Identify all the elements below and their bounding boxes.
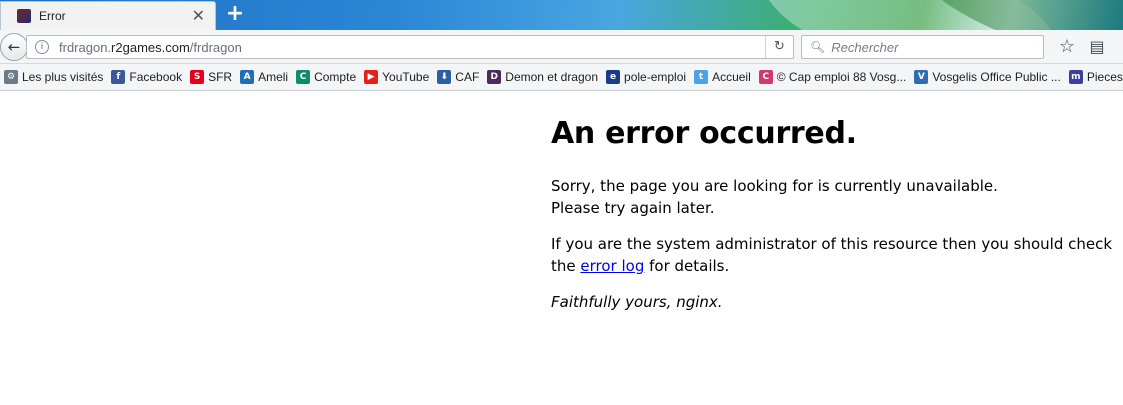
- bookmark-label: Les plus visités: [22, 70, 104, 84]
- admin-text-end: for details.: [644, 257, 730, 275]
- facebook-icon: f: [111, 70, 126, 84]
- retry-line: Please try again later.: [551, 199, 715, 217]
- unavailable-line: Sorry, the page you are looking for is c…: [551, 177, 998, 195]
- bookmark-item[interactable]: A Ameli: [236, 66, 292, 88]
- search-icon: 🔍︎: [810, 40, 826, 54]
- close-tab-icon[interactable]: ✕: [192, 7, 205, 25]
- bookmark-item[interactable]: f Facebook: [107, 66, 186, 88]
- cap-emploi-icon: C: [758, 70, 773, 84]
- bookmark-label: Facebook: [129, 70, 183, 84]
- error-page: An error occurred. Sorry, the page you a…: [551, 114, 1121, 313]
- admin-message: If you are the system administrator of t…: [551, 233, 1121, 277]
- bookmark-item[interactable]: S SFR: [186, 66, 236, 88]
- bookmark-item[interactable]: ⚙ Les plus visités: [0, 66, 107, 88]
- caf-icon: ⬇: [437, 70, 452, 84]
- bookmark-label: SFR: [208, 70, 233, 84]
- sfr-icon: S: [190, 70, 205, 84]
- ameli-icon: A: [240, 70, 255, 84]
- bookmark-item[interactable]: t Accueil: [690, 66, 755, 88]
- new-tab-button[interactable]: +: [222, 1, 248, 27]
- bookmark-item[interactable]: e pole-emploi: [602, 66, 690, 88]
- site-favicon-icon: [17, 9, 31, 23]
- tab-strip: Error ✕ +: [0, 0, 1123, 30]
- bookmark-item[interactable]: ⬇ CAF: [433, 66, 483, 88]
- pole-emploi-icon: e: [606, 70, 621, 84]
- bookmark-item[interactable]: V Vosgelis Office Public ...: [910, 66, 1065, 88]
- reading-list-icon[interactable]: ▤: [1086, 36, 1108, 58]
- bookmark-label: pole-emploi: [624, 70, 687, 84]
- bookmark-item[interactable]: D Demon et dragon: [483, 66, 602, 88]
- tab-error[interactable]: Error ✕: [0, 1, 216, 30]
- url-text[interactable]: frdragon.r2games.com/frdragon: [59, 40, 242, 55]
- bank-icon: C: [296, 70, 311, 84]
- info-icon[interactable]: i: [35, 40, 49, 54]
- signature: Faithfully yours, nginx.: [551, 293, 723, 311]
- vosgelis-icon: V: [914, 70, 929, 84]
- bookmark-item[interactable]: ▶ YouTube: [360, 66, 433, 88]
- bookmark-star-icon[interactable]: ☆: [1056, 36, 1078, 58]
- bookmarks-toolbar: ⚙ Les plus visités f Facebook S SFR A Ameli C Com…: [0, 64, 1123, 91]
- page-title: An error occurred.: [551, 116, 857, 151]
- bookmark-label: © Cap emploi 88 Vosg...: [776, 70, 907, 84]
- bookmark-item[interactable]: C Compte: [292, 66, 360, 88]
- search-input[interactable]: [831, 39, 1042, 55]
- game-icon: D: [487, 70, 502, 84]
- tab-title: Error: [39, 9, 66, 23]
- twitter-icon: t: [694, 70, 709, 84]
- bookmark-label: Compte: [314, 70, 357, 84]
- bookmark-label: Accueil: [712, 70, 751, 84]
- bookmark-label: Demon et dragon: [505, 70, 599, 84]
- bookmark-label: Vosgelis Office Public ...: [932, 70, 1061, 84]
- bookmark-label: Ameli: [258, 70, 289, 84]
- address-bar[interactable]: i frdragon.r2games.com/frdragon ↻: [26, 35, 794, 59]
- unavailable-message: Sorry, the page you are looking for is c…: [551, 175, 1121, 219]
- gear-icon: ⚙: [4, 70, 18, 84]
- search-bar[interactable]: 🔍︎: [801, 35, 1044, 59]
- bookmark-label: CAF: [455, 70, 480, 84]
- bookmark-item[interactable]: C © Cap emploi 88 Vosg...: [755, 66, 911, 88]
- back-button[interactable]: ←: [0, 33, 28, 61]
- navigation-toolbar: ← i frdragon.r2games.com/frdragon ↻ 🔍︎ ☆…: [0, 30, 1123, 64]
- youtube-icon: ▶: [364, 70, 379, 84]
- bookmark-label: Pieces: [1086, 70, 1123, 84]
- bookmark-label: YouTube: [382, 70, 430, 84]
- error-log-link[interactable]: error log: [580, 257, 644, 275]
- m-icon: m: [1068, 70, 1083, 84]
- bookmark-item[interactable]: m Pieces: [1065, 66, 1123, 88]
- reload-icon[interactable]: ↻: [765, 36, 793, 58]
